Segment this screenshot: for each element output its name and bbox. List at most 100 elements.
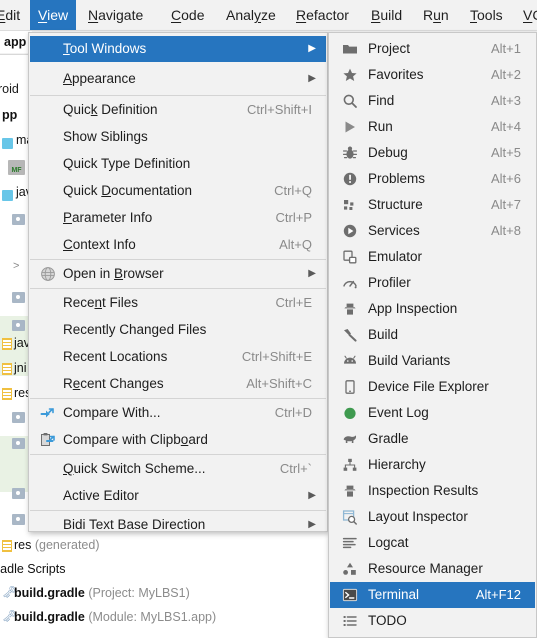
menu-separator (30, 398, 326, 399)
menu-item-emulator[interactable]: Emulator (330, 244, 535, 270)
menu-item-accel: Alt+7 (491, 197, 521, 212)
menubar-item-edit[interactable]: Edit (0, 0, 28, 30)
menu-item-label: Hierarchy (368, 457, 426, 472)
gradle-file-icon: 🗝 (2, 609, 18, 623)
menu-item-label: Debug (368, 145, 408, 160)
warning-circle-icon (342, 171, 358, 187)
device-icon (342, 379, 358, 395)
menu-item-accel: Alt+3 (491, 93, 521, 108)
module-icon (2, 138, 13, 149)
tree-row-gradle-scripts[interactable]: radle Scripts (0, 562, 65, 576)
menu-item-project[interactable]: Project Alt+1 (330, 36, 535, 62)
menu-item-run[interactable]: Run Alt+4 (330, 114, 535, 140)
tree-row-suffix: (Module: MyLBS1.app) (88, 610, 217, 624)
menu-item-find[interactable]: Find Alt+3 (330, 88, 535, 114)
tree-expand-arrow[interactable]: > (13, 260, 19, 272)
tree-row-label: build.gradle (14, 610, 85, 624)
play-icon (342, 119, 358, 135)
menu-item-resource-manager[interactable]: Resource Manager (330, 556, 535, 582)
menu-item-accel: Alt+4 (491, 119, 521, 134)
menu-item-favorites[interactable]: Favorites Alt+2 (330, 62, 535, 88)
menu-item-problems[interactable]: Problems Alt+6 (330, 166, 535, 192)
tree-row-build-gradle-project[interactable]: build.gradle (Project: MyLBS1) (14, 586, 190, 600)
menubar-item-refactor[interactable]: Refactor (288, 0, 357, 30)
menubar-item-navigate[interactable]: Navigate (80, 0, 151, 30)
menu-item-label: Parameter Info (63, 210, 153, 225)
menu-item-recent-files[interactable]: Recent Files Ctrl+E (30, 290, 326, 316)
menu-item-structure[interactable]: Structure Alt+7 (330, 192, 535, 218)
menu-item-label: Resource Manager (368, 561, 483, 576)
menu-item-accel: Ctrl+Q (274, 183, 312, 198)
gradle-file-icon: 🗝 (2, 585, 18, 599)
menu-item-quick-definition[interactable]: Quick Definition Ctrl+Shift+I (30, 97, 326, 123)
menu-item-build-variants[interactable]: Build Variants (330, 348, 535, 374)
menu-item-event-log[interactable]: Event Log (330, 400, 535, 426)
menu-item-layout-inspector[interactable]: Layout Inspector (330, 504, 535, 530)
menu-item-profiler[interactable]: Profiler (330, 270, 535, 296)
menu-item-recent-changes[interactable]: Recent Changes Alt+Shift+C (30, 371, 326, 397)
terminal-icon (342, 587, 358, 603)
menu-item-debug[interactable]: Debug Alt+5 (330, 140, 535, 166)
menu-item-open-in-browser[interactable]: Open in Browser ▶ (30, 261, 326, 287)
menu-separator (30, 510, 326, 511)
menu-item-hierarchy[interactable]: Hierarchy (330, 452, 535, 478)
menubar-item-analyze[interactable]: Analyze (218, 0, 284, 30)
tree-row-res-generated[interactable]: res (generated) (14, 538, 99, 552)
globe-icon (40, 266, 56, 282)
menu-item-label: Build (368, 327, 399, 342)
menu-item-label: Profiler (368, 275, 411, 290)
menu-item-quick-type-definition[interactable]: Quick Type Definition (30, 151, 326, 177)
menu-item-parameter-info[interactable]: Parameter Info Ctrl+P (30, 205, 326, 231)
menu-item-appearance[interactable]: Appearance ▶ (30, 66, 326, 92)
menu-separator (30, 454, 326, 455)
menu-item-label: App Inspection (368, 301, 458, 316)
ide-screenshot: app roid pp ma MF jav > jav jni res res … (0, 0, 537, 638)
manifest-icon: MF (8, 160, 25, 175)
folder-icon (12, 292, 25, 303)
menu-item-label: Active Editor (63, 488, 139, 503)
menu-item-gradle[interactable]: Gradle (330, 426, 535, 452)
menu-item-app-inspection[interactable]: App Inspection (330, 296, 535, 322)
menu-item-recently-changed-files[interactable]: Recently Changed Files (30, 317, 326, 343)
menubar-item-tools[interactable]: Tools (462, 0, 511, 30)
menubar-item-run[interactable]: Run (415, 0, 457, 30)
tree-row[interactable]: pp (2, 108, 17, 122)
tree-row-suffix: (generated) (34, 538, 100, 552)
tree-row-build-gradle-module[interactable]: build.gradle (Module: MyLBS1.app) (14, 610, 216, 624)
menu-item-accel: Ctrl+` (279, 461, 312, 476)
menu-item-device-file-explorer[interactable]: Device File Explorer (330, 374, 535, 400)
menubar-item-view[interactable]: View (30, 0, 77, 30)
menu-item-quick-switch-scheme[interactable]: Quick Switch Scheme... Ctrl+` (30, 456, 326, 482)
menu-item-compare-with[interactable]: Compare With... Ctrl+D (30, 400, 326, 426)
bug-icon (342, 145, 358, 161)
menu-item-compare-with-clipboard[interactable]: Compare with Clipboard (30, 427, 326, 453)
menubar-item-code[interactable]: Code (163, 0, 212, 30)
menu-item-build[interactable]: Build (330, 322, 535, 348)
menu-item-services[interactable]: Services Alt+8 (330, 218, 535, 244)
menu-item-todo[interactable]: TODO (330, 608, 535, 634)
menubar-item-build[interactable]: Build (363, 0, 410, 30)
hammer-icon (342, 327, 358, 343)
menu-item-active-editor[interactable]: Active Editor ▶ (30, 483, 326, 509)
menubar-item-vcs[interactable]: VC (515, 0, 537, 30)
main-menubar: Edit View Navigate Code Analyze Refactor… (0, 0, 537, 31)
menu-item-bidi-text-base-direction[interactable]: Bidi Text Base Direction ▶ (30, 512, 326, 538)
menu-item-context-info[interactable]: Context Info Alt+Q (30, 232, 326, 258)
menu-item-show-siblings[interactable]: Show Siblings (30, 124, 326, 150)
breadcrumb-android: roid (0, 82, 19, 96)
menu-item-recent-locations[interactable]: Recent Locations Ctrl+Shift+E (30, 344, 326, 370)
menu-item-terminal[interactable]: Terminal Alt+F12 (330, 582, 535, 608)
menu-item-label: TODO (368, 613, 407, 628)
menu-item-accel: Alt+6 (491, 171, 521, 186)
menu-item-label: Problems (368, 171, 426, 186)
menu-item-inspection-results[interactable]: Inspection Results (330, 478, 535, 504)
submenu-arrow-icon: ▶ (308, 73, 316, 84)
menu-item-tool-windows[interactable]: Tool Windows ▶ (30, 36, 326, 62)
folder-icon (12, 488, 25, 499)
menu-item-quick-documentation[interactable]: Quick Documentation Ctrl+Q (30, 178, 326, 204)
menu-separator (30, 259, 326, 260)
menu-item-logcat[interactable]: Logcat (330, 530, 535, 556)
tree-row[interactable]: jni (14, 361, 27, 375)
menu-item-label: Logcat (368, 535, 409, 550)
menu-item-label: Show Siblings (63, 129, 148, 144)
